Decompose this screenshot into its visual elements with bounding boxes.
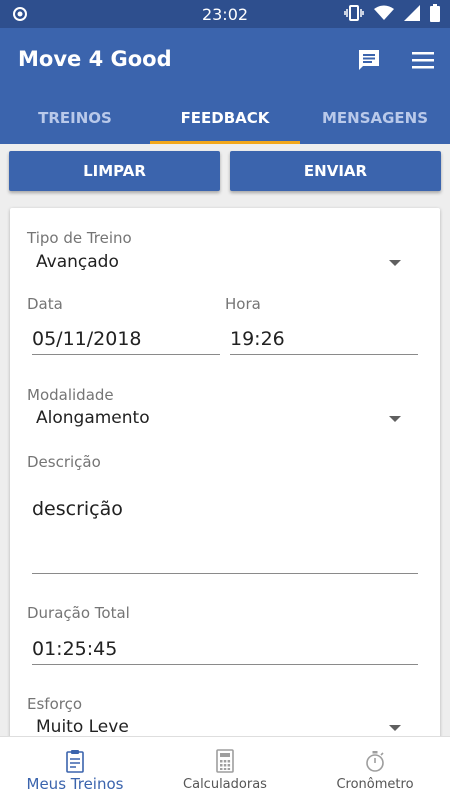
menu-icon[interactable]	[409, 46, 437, 74]
app-bar: Move 4 Good	[0, 28, 450, 92]
tab-feedback[interactable]: FEEDBACK	[150, 92, 300, 144]
nav-calculadoras[interactable]: Calculadoras	[150, 737, 300, 801]
description-text: descrição	[32, 498, 123, 520]
training-type-value: Avançado	[36, 252, 119, 272]
description-label: Descrição	[27, 453, 101, 471]
calculator-icon	[215, 749, 235, 773]
vibrate-icon	[344, 4, 364, 26]
nav-label: Calculadoras	[183, 777, 267, 792]
bottom-navigation: Meus Treinos Calculadoras Cronômetro	[0, 736, 450, 801]
effort-value: Muito Leve	[36, 717, 129, 737]
status-bar: 23:02	[0, 0, 450, 28]
signal-icon	[404, 5, 420, 25]
send-button[interactable]: ENVIAR	[230, 151, 441, 191]
tab-bar: TREINOS FEEDBACK MENSAGENS	[0, 92, 450, 144]
time-label: Hora	[225, 295, 261, 313]
nav-label: Cronômetro	[336, 777, 414, 792]
modality-value: Alongamento	[36, 408, 150, 428]
tab-mensagens[interactable]: MENSAGENS	[300, 92, 450, 144]
clear-button[interactable]: LIMPAR	[9, 151, 220, 191]
modality-spinner[interactable]: Alongamento	[27, 404, 423, 434]
effort-label: Esforço	[27, 695, 83, 713]
nav-meus-treinos[interactable]: Meus Treinos	[0, 737, 150, 801]
battery-icon	[430, 4, 440, 26]
description-field[interactable]: descrição	[32, 498, 418, 574]
stopwatch-icon	[365, 749, 385, 773]
dropdown-arrow-icon	[389, 260, 401, 266]
message-icon[interactable]	[355, 46, 383, 74]
dropdown-arrow-icon	[389, 416, 401, 422]
app-title: Move 4 Good	[18, 47, 172, 71]
duration-field[interactable]: 01:25:45	[32, 634, 418, 665]
duration-label: Duração Total	[27, 604, 130, 622]
feedback-form-card: Tipo de Treino Avançado Data 05/11/2018 …	[10, 208, 440, 748]
date-field[interactable]: 05/11/2018	[32, 324, 220, 355]
nav-label: Meus Treinos	[26, 775, 124, 793]
nav-cronometro[interactable]: Cronômetro	[300, 737, 450, 801]
modality-label: Modalidade	[27, 386, 114, 404]
time-field[interactable]: 19:26	[230, 324, 418, 355]
training-type-label: Tipo de Treino	[27, 229, 132, 247]
clipboard-icon	[65, 749, 85, 773]
wifi-icon	[374, 5, 394, 25]
training-type-spinner[interactable]: Avançado	[27, 248, 423, 278]
dropdown-arrow-icon	[389, 725, 401, 731]
tab-treinos[interactable]: TREINOS	[0, 92, 150, 144]
date-label: Data	[27, 295, 63, 313]
